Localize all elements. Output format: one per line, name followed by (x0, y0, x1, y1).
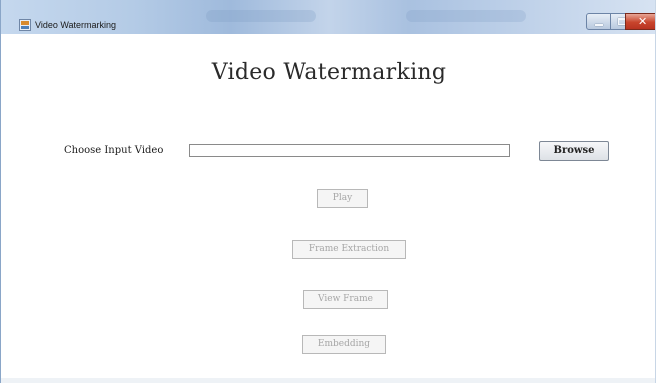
minimize-button[interactable] (586, 13, 611, 30)
java-app-icon[interactable] (19, 19, 31, 31)
browse-button[interactable]: Browse (539, 141, 609, 161)
window-title: Video Watermarking (35, 20, 117, 30)
close-button[interactable]: ✕ (625, 13, 655, 30)
play-button[interactable]: Play (317, 189, 368, 208)
frame-extraction-button[interactable]: Frame Extraction (292, 240, 406, 259)
blurred-background-tab (206, 10, 316, 22)
view-frame-button[interactable]: View Frame (303, 290, 388, 309)
content-panel (1, 34, 655, 383)
embedding-button[interactable]: Embedding (302, 335, 386, 354)
page-title: Video Watermarking (211, 60, 447, 85)
choose-input-video-label: Choose Input Video (64, 145, 164, 156)
minimize-icon (595, 24, 603, 26)
app-window: Video Watermarking ✕ Video Watermarking … (0, 0, 656, 383)
input-video-path-field[interactable] (189, 144, 510, 157)
title-bar[interactable]: Video Watermarking ✕ (1, 0, 655, 34)
window-bottom-border (1, 378, 655, 383)
blurred-background-tab (406, 10, 526, 22)
close-icon: ✕ (638, 15, 648, 28)
